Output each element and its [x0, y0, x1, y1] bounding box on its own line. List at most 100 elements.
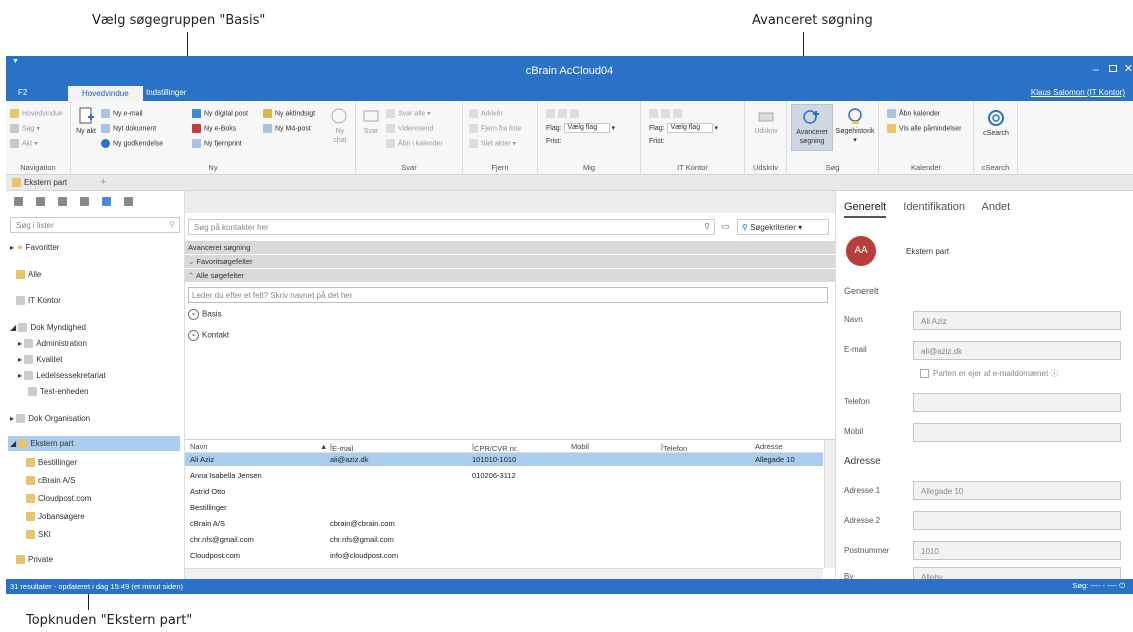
list-search-input[interactable]: Søg i lister ⚲ [10, 217, 180, 233]
postnr-field[interactable]: 1010 [913, 541, 1121, 560]
svar-button[interactable]: Svar [360, 107, 382, 136]
tree-bestillinger[interactable]: Bestillinger [26, 458, 77, 468]
col-mobil[interactable]: Mobil [571, 442, 589, 451]
table-row[interactable]: Cloudpost.com info@cloudpost.com [185, 549, 823, 562]
tree-dok-myndighed[interactable]: ◢ Dok Myndighed [10, 323, 86, 333]
table-row[interactable]: Astrid Otto [185, 485, 823, 498]
ny-chat-button[interactable]: Ny chat [329, 107, 351, 145]
col-navn[interactable]: Navn [190, 442, 208, 451]
navn-field[interactable]: Ali Aziz [913, 311, 1121, 330]
tree-alle[interactable]: Alle [16, 270, 41, 280]
udskriv-button[interactable]: Udskriv [753, 107, 779, 136]
mail-icon [101, 109, 110, 118]
table-row[interactable]: Anna Isabella Jensen 010206-3112 [185, 469, 823, 482]
adresse1-field[interactable]: Allegade 10 [913, 481, 1121, 500]
table-row[interactable]: Ali Aziz ali@aziz.dk 101010-1010 Allegade 1… [185, 453, 823, 466]
tab-andet[interactable]: Andet [981, 201, 1010, 213]
tree-jobansogere[interactable]: Jobansøgere [26, 512, 85, 522]
group-alle-sogefelter[interactable]: ⌃ Alle søgefelter [185, 269, 835, 283]
vis-paamindelser-button[interactable]: Vis alle påmindelser [887, 124, 962, 133]
tab-identifikation[interactable]: Identifikation [903, 201, 965, 213]
group-icon [26, 530, 35, 540]
sogehistorik-button[interactable]: Søgehistorik ▾ [834, 107, 876, 145]
maximize-button[interactable] [1109, 65, 1117, 72]
folder-icon[interactable] [14, 197, 23, 206]
save-search-icon[interactable]: ▭ [721, 221, 730, 232]
ny-email-button[interactable]: Ny e-mail [101, 109, 143, 118]
tab-hovedvindue[interactable]: Hovedvindue [68, 86, 143, 101]
close-button[interactable]: ✕ [1124, 62, 1133, 75]
filter-icon[interactable] [36, 197, 45, 206]
contact-search-input[interactable]: Søg på kontakter her ⚲ [188, 219, 715, 235]
telefon-field[interactable] [913, 393, 1121, 412]
tree-private[interactable]: Private [16, 555, 53, 565]
section-kontakt[interactable]: ⌄ Kontakt [188, 330, 229, 341]
search-criteria-button[interactable]: ⚲ Søgekriterier ▾ [737, 219, 829, 235]
videresend-button[interactable]: Videresend [386, 124, 433, 133]
group-avanceret-sogning[interactable]: Avanceret søgning [185, 241, 835, 255]
tree-cbrain[interactable]: cBrain A/S [26, 476, 75, 486]
nav-akt[interactable]: Akt ▾ [10, 139, 38, 148]
archive-icon[interactable] [124, 197, 133, 206]
table-row[interactable]: chr.nfs@gmail.com chr.nfs@gmail.com [185, 533, 823, 546]
stack-icon[interactable] [80, 197, 89, 206]
aabn-kalender-svar-button[interactable]: Åbn i kalender [386, 139, 443, 148]
mobil-field[interactable] [913, 423, 1121, 442]
svar-alle-button[interactable]: Svar alle ▾ [386, 109, 431, 118]
ny-godkendelse-button[interactable]: Ny godkendelse [101, 139, 163, 148]
avanceret-sogning-button[interactable]: Avanceret søgning [791, 104, 833, 151]
tree-it-kontor[interactable]: IT Kontor [16, 296, 61, 306]
tree-cloudpost[interactable]: Cloudpost.com [26, 494, 91, 504]
tab-generelt[interactable]: Generelt [844, 201, 887, 218]
col-adresse[interactable]: Adresse [755, 442, 783, 451]
group-favoritsogefelter[interactable]: ⌄ Favoritsøgefelter [185, 255, 835, 269]
col-email[interactable]: | E-mail [330, 442, 353, 453]
tree-administration[interactable]: ▸ Administration [18, 339, 87, 349]
ny-akt-button[interactable]: Ny akt [75, 107, 97, 136]
adresse2-field[interactable] [913, 511, 1121, 530]
arkiver-button[interactable]: Arkivér [469, 109, 503, 118]
fjern-fra-liste-button[interactable]: Fjern fra liste [469, 124, 521, 133]
tab-indstillinger[interactable]: Indstillinger [146, 88, 186, 97]
tree-ledelsessekretariat[interactable]: ▸ Ledelsessekretariat [18, 371, 106, 381]
list-icon[interactable] [58, 197, 67, 206]
table-row[interactable]: Bestillinger [185, 501, 823, 514]
slet-akter-button[interactable]: Slet akter ▾ [469, 139, 516, 148]
user-link[interactable]: Klaus Salomon (IT Kontor) [1031, 88, 1125, 97]
col-telefon[interactable]: | Telefon [661, 442, 687, 453]
horizontal-scrollbar[interactable] [185, 568, 823, 579]
ny-aktindsigt-button[interactable]: Ny aktindsigt [263, 109, 315, 118]
email-field[interactable]: ali@aziz.dk [913, 341, 1121, 360]
itk-flag-select[interactable]: Vælg flag [666, 123, 713, 133]
tree-ski[interactable]: SKI [26, 530, 51, 540]
ny-m4-post-button[interactable]: Ny M4-post [263, 124, 311, 133]
tab-f2[interactable]: F2 [18, 88, 27, 97]
nav-sag[interactable]: Sag ▾ [10, 124, 40, 133]
section-basis[interactable]: ⌄ Basis [188, 309, 222, 320]
tree-ekstern-part[interactable]: ◢ Ekstern part [8, 436, 180, 451]
tree-favoritter[interactable]: ▸ ★ Favoritter [10, 243, 59, 252]
tree-test-enheden[interactable]: Test-enheden [28, 387, 88, 397]
contacts-icon[interactable] [102, 197, 111, 206]
mig-flag-select[interactable]: Vælg flag [563, 123, 610, 133]
cell-adresse: Allegade 10 [755, 455, 795, 464]
col-cpr[interactable]: | CPR/CVR nr. [472, 442, 518, 453]
ny-eboks-button[interactable]: Ny e-Boks [192, 124, 236, 133]
tree-dok-organisation[interactable]: ▸ Dok Organisation [10, 414, 90, 424]
minimize-button[interactable]: ‒ [1093, 64, 1099, 76]
tree-kvalitet[interactable]: ▸ Kvalitet [18, 355, 62, 365]
vertical-scrollbar[interactable] [824, 440, 835, 568]
domain-owner-checkbox[interactable] [920, 369, 929, 379]
ny-digital-post-button[interactable]: Ny digital post [192, 109, 248, 118]
system-menu-icon[interactable]: ▼ [12, 58, 19, 65]
tab-ekstern-part[interactable]: Ekstern part [12, 178, 67, 188]
aabn-kalender-button[interactable]: Åbn kalender [887, 109, 940, 118]
nav-hovedvindue[interactable]: Hovedvindue [10, 109, 63, 118]
ny-fjernprint-button[interactable]: Ny fjernprint [192, 139, 242, 148]
field-search-input[interactable]: Leder du efter et felt? Skriv navnet på … [188, 287, 828, 303]
csearch-button[interactable]: cSearch [980, 109, 1012, 138]
nyt-dokument-button[interactable]: Nyt dokument [101, 124, 156, 133]
add-tab-icon[interactable]: + [100, 176, 106, 188]
table-row[interactable]: cBrain A/S cbrain@cbrain.com [185, 517, 823, 530]
detail-tabs: Generelt Identifikation Andet [844, 201, 1024, 218]
